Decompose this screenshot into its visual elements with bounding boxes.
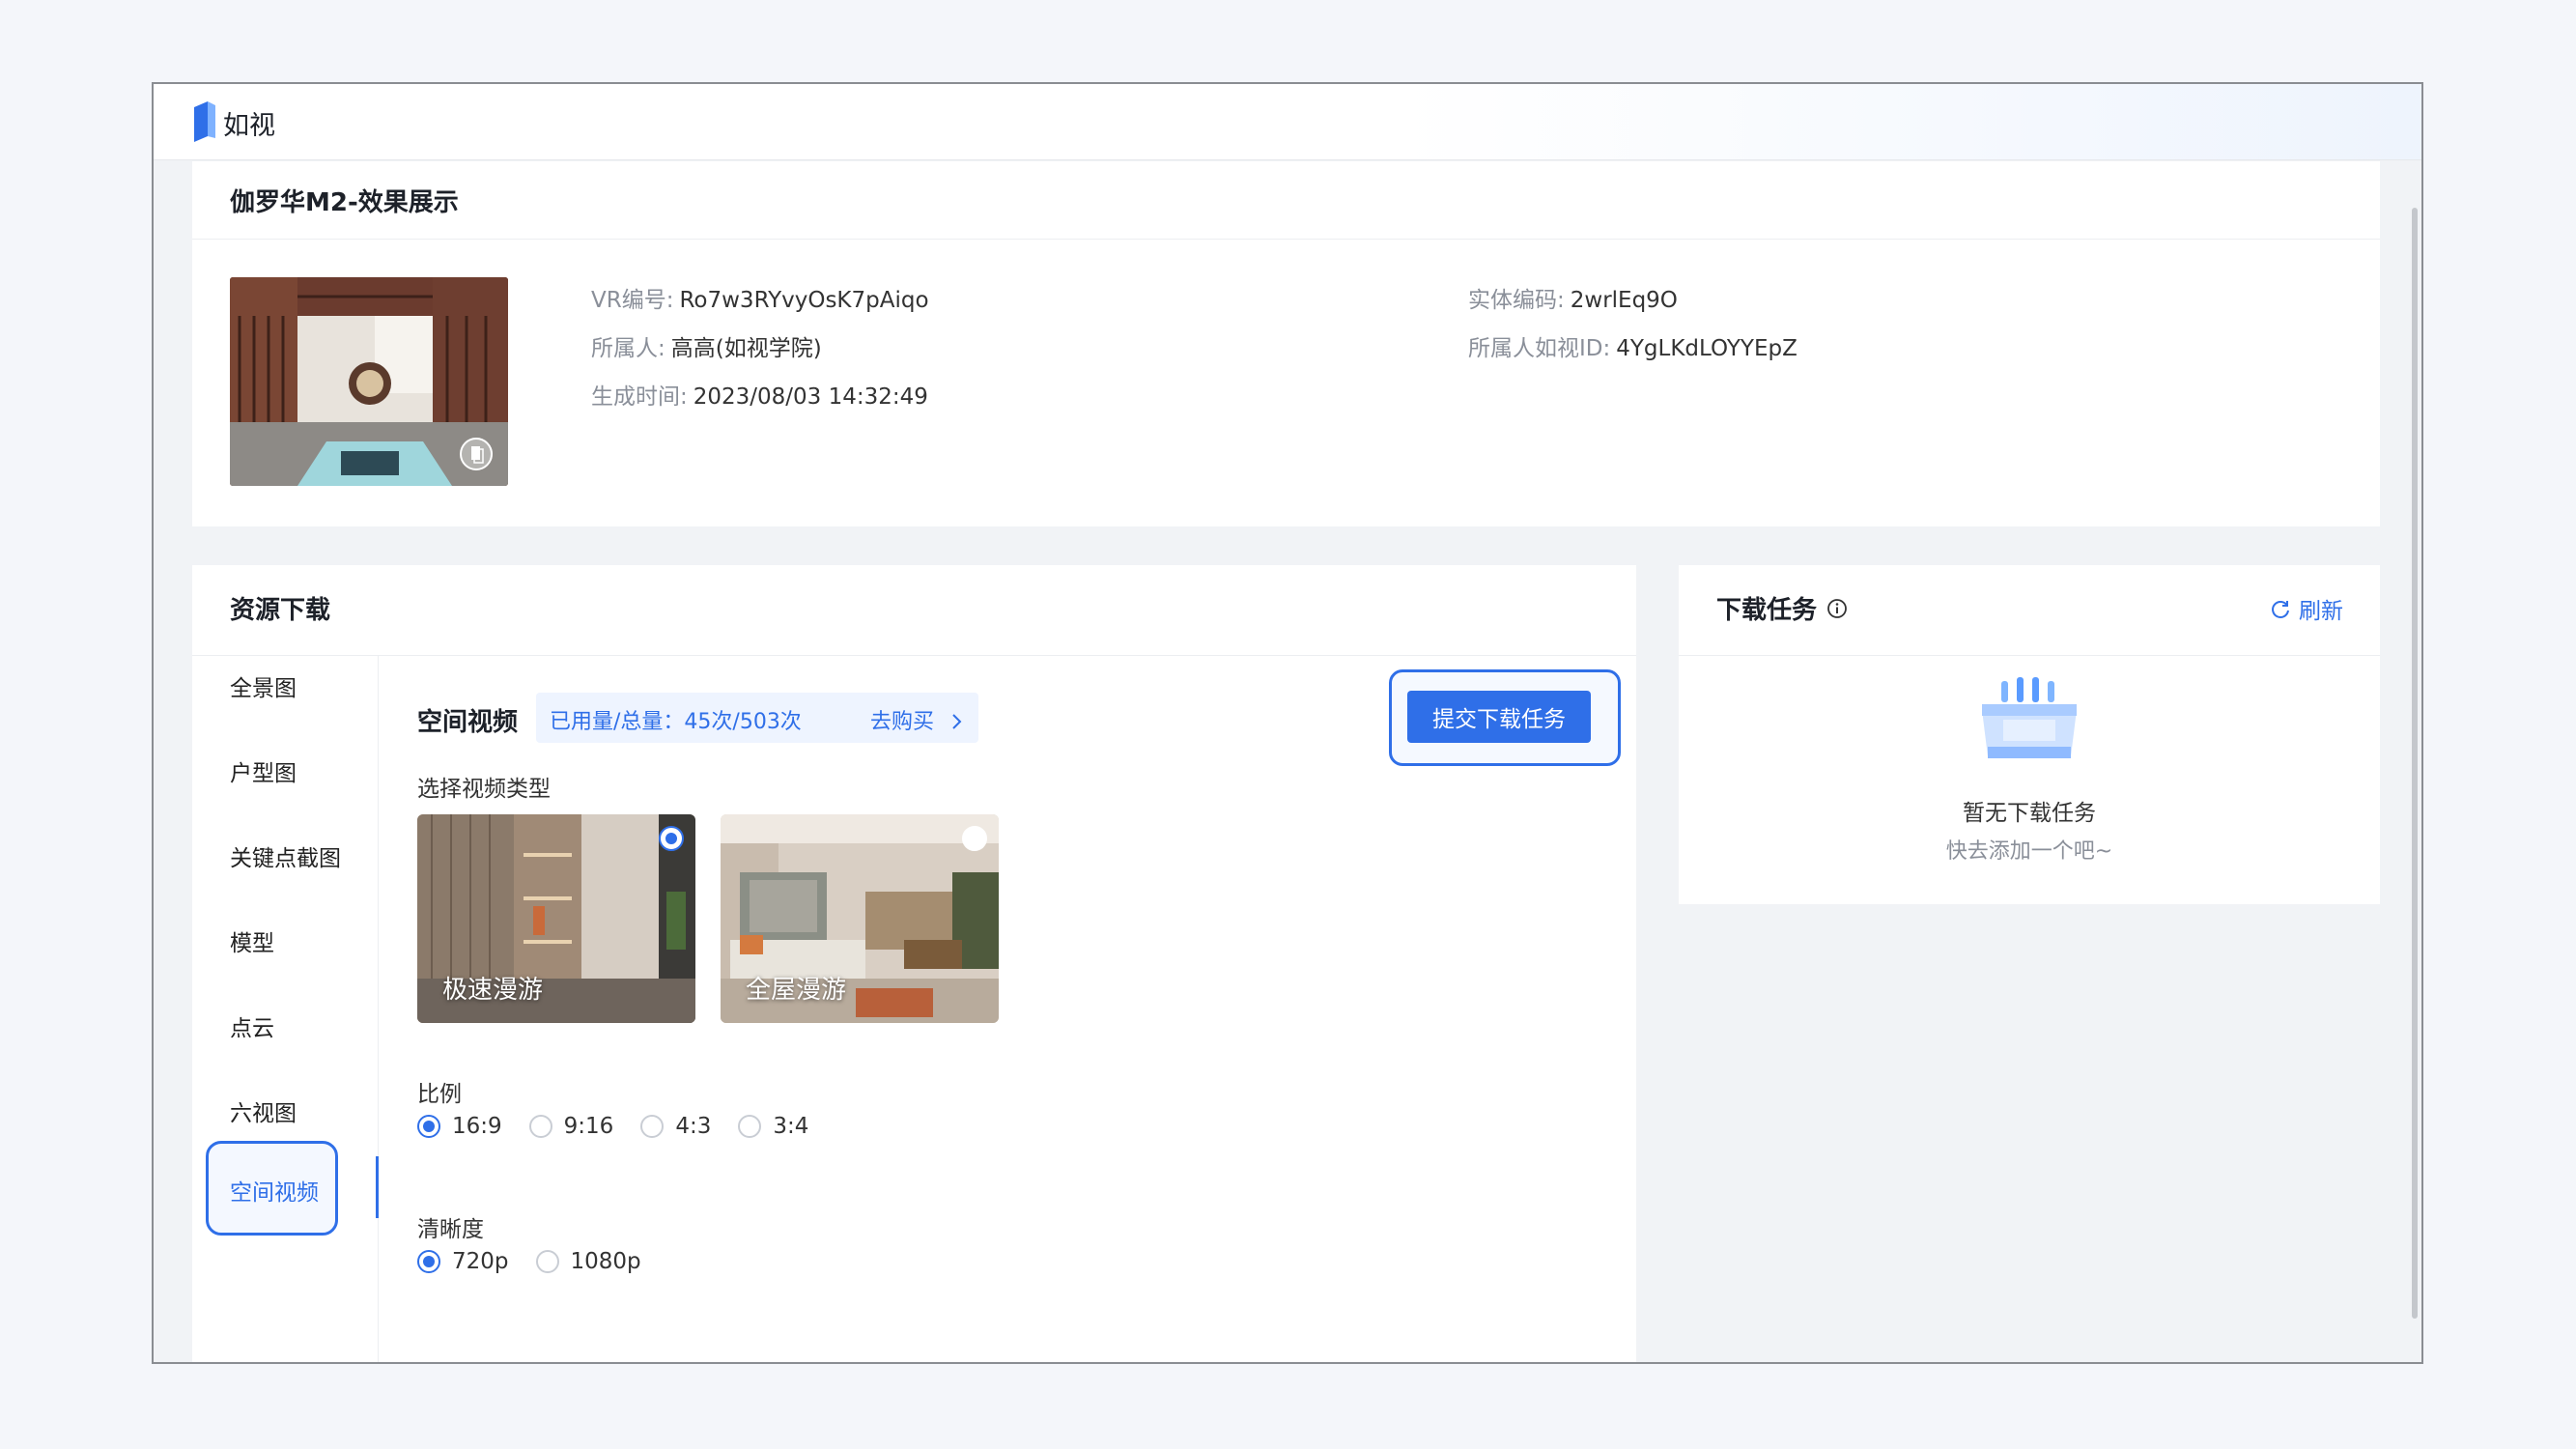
scene-info-card: 伽罗华M2-效果展示 VR编号: Ro7w3RYvyOsK7pAiqo 所属人:… [192,161,2380,526]
sidebar-item-floorplan[interactable]: 户型图 [230,754,297,787]
logo-icon [194,101,215,142]
resolution-option-1080p[interactable]: 1080p [535,1249,641,1274]
resolution-label: 清晰度 [417,1217,484,1242]
empty-subtitle: 快去添加一个吧~ [1945,839,2113,864]
owner-id-value: 4YgLKdLOYYEpZ [1616,336,1798,361]
owner-value: 高高(如视学院) [670,336,822,361]
ratio-options: 16:9 9:16 4:3 3:4 [417,1114,835,1139]
created-value: 2023/08/03 14:32:49 [693,384,928,410]
ratio-label-4-3: 4:3 [675,1114,712,1139]
resolution-label-1080p: 1080p [570,1249,641,1274]
app-name: 如视 [223,111,275,141]
refresh-label: 刷新 [2299,599,2343,624]
divider [192,655,1636,656]
download-tasks-card: 下载任务 刷新 暂无下载任务 快去添加一个吧~ [1679,565,2380,904]
vr-id-value: Ro7w3RYvyOsK7pAiqo [679,288,929,313]
resource-download-card: 资源下载 全景图 户型图 关键点截图 模型 点云 六视图 空间视频 空间视频 已… [192,565,1636,1362]
scene-thumbnail[interactable] [230,277,508,486]
radio-button[interactable] [417,1250,440,1273]
video-type-radio[interactable] [962,826,987,851]
divider [1679,655,2380,656]
vr-id-row: VR编号: Ro7w3RYvyOsK7pAiqo [591,281,929,314]
ratio-option-4-3[interactable]: 4:3 [640,1114,711,1139]
radio-button[interactable] [535,1250,559,1273]
resource-title: 资源下载 [230,596,331,625]
sidebar-item-keypoint-screenshot[interactable]: 关键点截图 [230,839,341,872]
ratio-option-16-9[interactable]: 16:9 [417,1114,502,1139]
resolution-label-720p: 720p [452,1249,509,1274]
video-type-label: 选择视频类型 [417,777,551,802]
sidebar-item-point-cloud[interactable]: 点云 [230,1009,274,1042]
video-type-radio[interactable] [659,826,684,851]
refresh-button[interactable]: 刷新 [2270,592,2343,625]
entity-code-row: 实体编码: 2wrlEq9O [1468,281,1678,314]
created-label: 生成时间: [591,384,688,410]
submit-download-task-button[interactable]: 提交下载任务 [1407,691,1591,743]
tasks-title-text: 下载任务 [1716,596,1818,625]
ratio-option-9-16[interactable]: 9:16 [528,1114,614,1139]
owner-id-label: 所属人如视ID: [1468,336,1611,361]
info-icon[interactable] [1826,598,1848,619]
radio-button[interactable] [417,1115,440,1138]
video-type-whole-house-tour[interactable]: 全屋漫游 [721,814,999,1023]
sidebar-item-model[interactable]: 模型 [230,924,274,957]
vr-id-label: VR编号: [591,288,674,313]
sidebar-item-six-views[interactable]: 六视图 [230,1094,297,1127]
resolution-options: 720p 1080p [417,1249,668,1274]
section-title: 空间视频 [417,708,519,737]
empty-title: 暂无下载任务 [1963,801,2096,826]
created-row: 生成时间: 2023/08/03 14:32:49 [591,378,928,411]
app-window: 如视 伽罗华M2-效果展示 VR编号: Ro7w3RYvyOsK7pAiqo 所… [152,82,2423,1364]
active-indicator [376,1156,379,1218]
usage-pill: 已用量/总量：45次/503次 去购买 [536,693,978,743]
ratio-label-16-9: 16:9 [452,1114,502,1139]
tasks-title: 下载任务 [1716,590,1848,626]
empty-box-illustration [1982,677,2077,758]
ratio-option-3-4[interactable]: 3:4 [738,1114,808,1139]
ratio-label-9-16: 9:16 [563,1114,614,1139]
buy-label: 去购买 [870,710,935,734]
top-bar: 如视 [154,84,2421,160]
owner-id-row: 所属人如视ID: 4YgLKdLOYYEpZ [1468,329,1798,362]
divider [192,239,2380,240]
ratio-label: 比例 [417,1082,462,1107]
radio-button[interactable] [528,1115,552,1138]
radio-button[interactable] [738,1115,762,1138]
sidebar-divider [378,655,379,1362]
refresh-icon [2272,601,2289,618]
entity-code-value: 2wrlEq9O [1570,288,1678,313]
video-type-label-fast: 极速漫游 [442,976,544,1005]
resolution-option-720p[interactable]: 720p [417,1249,509,1274]
entity-code-label: 实体编码: [1468,288,1565,313]
ratio-label-3-4: 3:4 [773,1114,809,1139]
video-type-fast-tour[interactable]: 极速漫游 [417,814,695,1023]
chevron-right-icon [952,714,962,729]
scene-title: 伽罗华M2-效果展示 [230,188,459,217]
owner-row: 所属人: 高高(如视学院) [591,329,822,362]
buy-link[interactable]: 去购买 [870,704,964,735]
sidebar-item-panorama[interactable]: 全景图 [230,669,297,702]
page-scrollbar[interactable] [2412,208,2418,1319]
owner-label: 所属人: [591,336,665,361]
sidebar-item-space-video-label: 空间视频 [230,1180,319,1206]
radio-button[interactable] [640,1115,665,1138]
usage-text: 已用量/总量：45次/503次 [550,710,802,734]
video-type-label-whole: 全屋漫游 [746,976,847,1005]
